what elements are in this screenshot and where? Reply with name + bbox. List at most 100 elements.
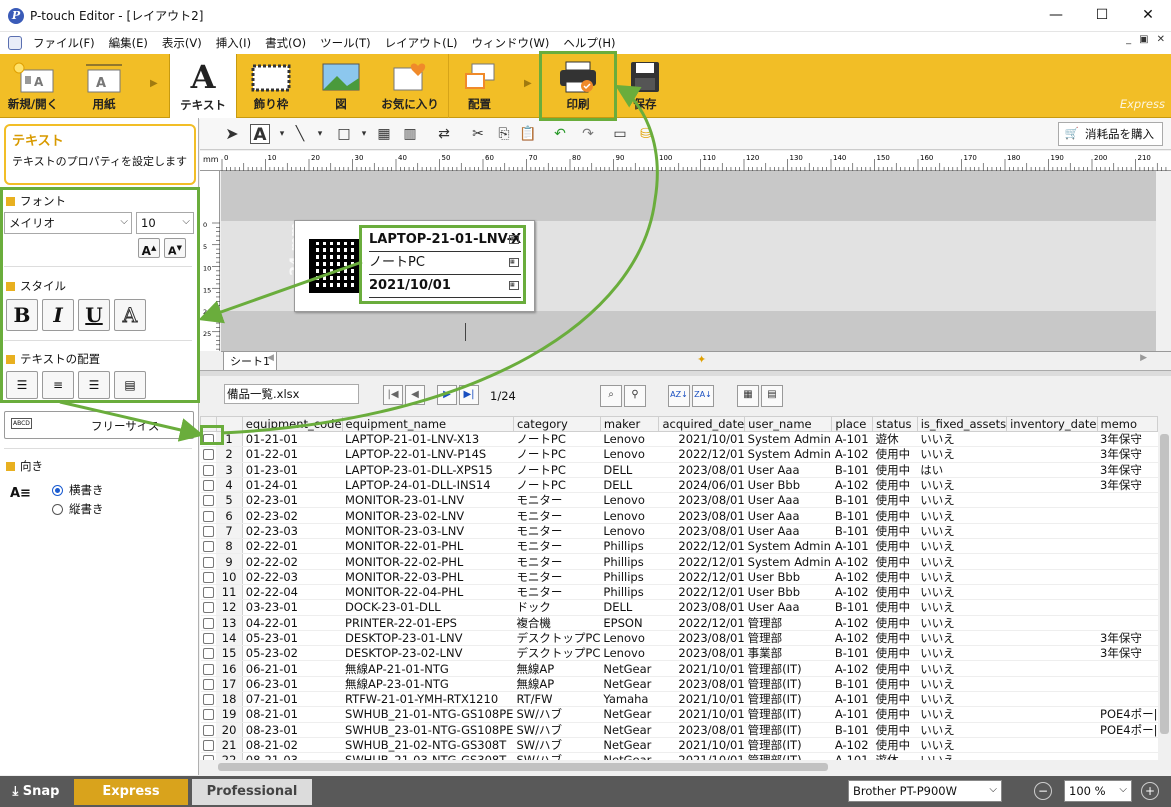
cell-maker[interactable]: Phillips <box>600 584 659 601</box>
cell-inventory-date[interactable] <box>1006 615 1098 631</box>
copy-icon[interactable]: ⎘ <box>494 124 514 144</box>
frame-button[interactable]: 飾り枠 <box>240 54 302 118</box>
column-header-category[interactable]: category <box>512 416 601 432</box>
cell-equipment-code[interactable]: 01-21-01 <box>242 431 343 448</box>
cell-category[interactable]: デスクトップPC <box>513 645 601 662</box>
row-checkbox[interactable] <box>200 477 217 494</box>
cell-status[interactable]: 使用中 <box>872 446 918 463</box>
table-row[interactable]: 1 01-21-01 LAPTOP-21-01-LNV-X13 ノートPC Lenovo… <box>200 431 1158 448</box>
cell-inventory-date[interactable] <box>1006 645 1098 662</box>
column-header-place[interactable]: place <box>831 416 874 432</box>
cell-equipment-code[interactable]: 01-23-01 <box>242 462 343 478</box>
cell-inventory-date[interactable] <box>1006 553 1098 570</box>
row-number[interactable]: 16 <box>216 660 243 677</box>
table-row[interactable]: 11 02-22-04 MONITOR-22-04-PHL モニター Phillips 2… <box>200 584 1158 601</box>
cell-equipment-code[interactable]: 05-23-02 <box>242 645 343 662</box>
cell-inventory-date[interactable] <box>1006 706 1098 723</box>
cell-inventory-date[interactable] <box>1006 538 1098 555</box>
cell-status[interactable]: 使用中 <box>872 538 918 555</box>
cell-category[interactable]: モニター <box>513 507 601 524</box>
cell-equipment-name[interactable]: SWHUB_21-03-NTG-GS308T <box>342 752 514 760</box>
professional-mode-tab[interactable]: Professional <box>192 779 312 805</box>
cell-status[interactable]: 使用中 <box>872 676 918 693</box>
cell-maker[interactable]: NetGear <box>600 752 659 760</box>
cell-is-fixed-assets[interactable]: いいえ <box>917 737 1007 754</box>
row-number[interactable]: 7 <box>216 523 243 540</box>
row-checkbox[interactable] <box>200 553 217 570</box>
cell-status[interactable]: 使用中 <box>872 477 918 494</box>
table-row[interactable]: 7 02-23-03 MONITOR-23-03-LNV モニター Lenovo 2023… <box>200 523 1158 540</box>
column-header-status[interactable]: status <box>872 416 918 432</box>
cell-acquired-date[interactable]: 2024/06/01 <box>658 477 745 494</box>
mdi-minimize-icon[interactable]: _ <box>1126 34 1131 45</box>
column-header-inventory-date[interactable]: inventory_date <box>1006 416 1098 432</box>
cell-category[interactable]: ノートPC <box>513 477 601 494</box>
row-number[interactable]: 8 <box>216 538 243 555</box>
row-number[interactable]: 5 <box>216 492 243 509</box>
chevron-down-icon[interactable]: ▾ <box>272 124 292 144</box>
row-number[interactable]: 2 <box>216 446 243 463</box>
cell-status[interactable]: 使用中 <box>872 599 918 616</box>
cell-equipment-code[interactable]: 02-22-02 <box>242 553 343 570</box>
scroll-thumb[interactable] <box>218 763 828 771</box>
cell-equipment-name[interactable]: SWHUB_21-02-NTG-GS308T <box>342 737 514 754</box>
cell-status[interactable]: 使用中 <box>872 553 918 570</box>
cell-acquired-date[interactable]: 2022/12/01 <box>658 538 745 555</box>
row-checkbox[interactable] <box>200 584 217 601</box>
cell-category[interactable]: モニター <box>513 569 601 585</box>
row-checkbox[interactable] <box>200 676 217 693</box>
cell-equipment-code[interactable]: 06-21-01 <box>242 660 343 677</box>
cell-status[interactable]: 使用中 <box>872 645 918 662</box>
cell-equipment-code[interactable]: 02-23-03 <box>242 523 343 540</box>
cell-memo[interactable]: 3年保守 <box>1097 477 1158 494</box>
grid-view-icon[interactable]: ▦ <box>737 385 759 407</box>
cell-acquired-date[interactable]: 2021/10/01 <box>658 737 745 754</box>
cell-place[interactable]: A-101 <box>831 538 873 555</box>
cell-place[interactable]: A-101 <box>831 431 873 448</box>
new-open-button[interactable]: A 新規/開く <box>0 54 66 118</box>
cell-equipment-name[interactable]: MONITOR-22-04-PHL <box>342 584 514 601</box>
cell-user-name[interactable]: 事業部 <box>744 645 832 662</box>
column-header-equipment-code[interactable]: equipment_code <box>241 416 343 432</box>
cell-acquired-date[interactable]: 2021/10/01 <box>658 431 745 448</box>
undo-icon[interactable]: ↶ <box>550 124 570 144</box>
cell-maker[interactable]: NetGear <box>600 722 659 738</box>
cell-user-name[interactable]: User Bbb <box>744 569 832 585</box>
cell-equipment-name[interactable]: RTFW-21-01-YMH-RTX1210 <box>342 691 514 708</box>
cell-status[interactable]: 使用中 <box>872 660 918 677</box>
cell-acquired-date[interactable]: 2022/12/01 <box>658 553 745 570</box>
scroll-left-icon[interactable]: ◀ <box>267 353 274 363</box>
cell-acquired-date[interactable]: 2023/08/01 <box>658 507 745 524</box>
table-tool-icon[interactable]: ▦ <box>374 124 394 144</box>
sort-ascending-icon[interactable]: AZ↓ <box>668 385 690 407</box>
table-row[interactable]: 10 02-22-03 MONITOR-22-03-PHL モニター Phillips 2… <box>200 569 1158 585</box>
cell-user-name[interactable]: System Admin <box>744 553 832 570</box>
column-header-user-name[interactable]: user_name <box>744 416 833 432</box>
cell-status[interactable]: 遊休 <box>872 752 918 760</box>
cell-maker[interactable]: Phillips <box>600 569 659 585</box>
snap-button[interactable]: ⤓ Snap <box>0 779 72 805</box>
cell-acquired-date[interactable]: 2022/12/01 <box>658 615 745 631</box>
row-checkbox[interactable] <box>200 462 217 478</box>
cell-equipment-name[interactable]: LAPTOP-21-01-LNV-X13 <box>342 431 514 448</box>
row-number[interactable]: 13 <box>216 615 243 631</box>
column-header-maker[interactable]: maker <box>599 416 660 432</box>
qr-code[interactable] <box>309 239 361 293</box>
scroll-right-icon[interactable]: ▶ <box>1140 353 1147 363</box>
cell-user-name[interactable]: 管理部 <box>744 630 832 647</box>
row-number[interactable]: 6 <box>216 507 243 524</box>
sort-descending-icon[interactable]: ZA↓ <box>692 385 714 407</box>
cell-category[interactable]: RT/FW <box>513 691 601 708</box>
row-checkbox[interactable] <box>200 538 217 555</box>
first-record-button[interactable]: |◀ <box>383 385 403 405</box>
row-checkbox[interactable] <box>200 706 217 723</box>
cell-is-fixed-assets[interactable]: いいえ <box>917 507 1007 524</box>
cell-place[interactable]: B-101 <box>831 722 873 738</box>
cell-maker[interactable]: DELL <box>600 599 659 616</box>
cell-maker[interactable]: Lenovo <box>600 446 659 463</box>
cell-inventory-date[interactable] <box>1006 737 1098 754</box>
cell-status[interactable]: 使用中 <box>872 737 918 754</box>
cell-memo[interactable] <box>1097 752 1158 760</box>
chevron-down-icon[interactable]: ▾ <box>310 124 330 144</box>
cell-memo[interactable] <box>1097 660 1158 677</box>
